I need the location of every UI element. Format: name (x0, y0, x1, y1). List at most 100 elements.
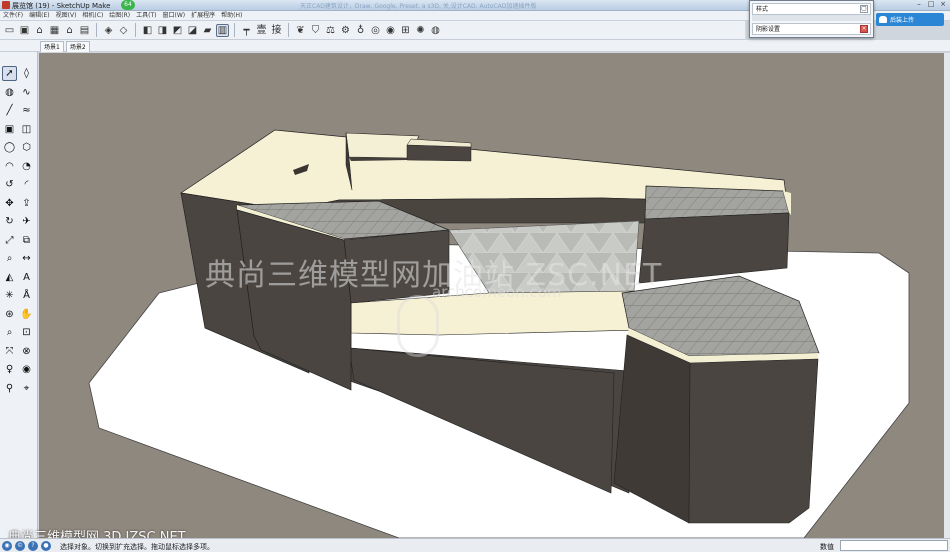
house-icon[interactable]: ⌂ (63, 24, 76, 37)
shield-icon[interactable]: ⛉ (309, 24, 322, 37)
tool-row: ⤢ ⧉ (2, 233, 34, 248)
polygon-icon[interactable]: ⬡ (19, 140, 34, 155)
offset-icon[interactable]: ⧉ (19, 233, 34, 248)
iso-view-icon[interactable]: ◈ (102, 24, 115, 37)
scale-tool-icon[interactable]: ⤢ (2, 233, 17, 248)
zoom-icon[interactable]: ⌕ (2, 325, 17, 340)
paint-bucket-icon[interactable]: ◍ (2, 85, 17, 100)
upload-button[interactable]: 后装上传 (876, 13, 944, 26)
geolocation-icon[interactable]: ◉ (2, 541, 12, 551)
star-icon[interactable]: ✺ (414, 24, 427, 37)
upload-button-label: 后装上传 (890, 17, 915, 24)
pie-icon[interactable]: ◔ (19, 159, 34, 174)
box-select-icon[interactable]: ▭ (3, 24, 16, 37)
credits-icon[interactable]: © (15, 541, 25, 551)
axes-icon[interactable]: ✳ (2, 288, 17, 303)
left-tool-palette: ➚ ◊ ◍ ∿ ╱ ≈ ▣ ◫ ◯ ⬡ ◠ ◔ ↺ ◜ ✥ ⇪ ↻ ✈ ⤢ ⧉ ⌕ ↔ ◭ A ✳ Å ⊛ ✋ ⌕ ⊡ ⤧ ⊗ ♀ ◉ ⚲ ⌖ (0, 52, 38, 538)
user-icon[interactable]: ● (41, 541, 51, 551)
grid-icon[interactable]: ⊞ (399, 24, 412, 37)
shaded-icon[interactable]: ▰ (201, 24, 214, 37)
freehand-icon[interactable]: ∿ (19, 85, 34, 100)
tab-scene-2[interactable]: 场景2 (65, 41, 90, 52)
menu-view[interactable]: 视图(V) (56, 11, 77, 20)
menu-draw[interactable]: 绘图(R) (109, 11, 130, 20)
pan-icon[interactable]: ✋ (19, 307, 34, 322)
previous-view-icon[interactable]: ⊗ (19, 344, 34, 359)
section-cut-icon[interactable]: 接 (270, 24, 283, 37)
menu-tools[interactable]: 工具(T) (136, 11, 156, 20)
close-button[interactable]: × (938, 0, 948, 9)
arc-icon[interactable]: ◠ (2, 159, 17, 174)
section-tool-icon[interactable]: ⌖ (19, 381, 34, 396)
tape-icon[interactable]: ◉ (384, 24, 397, 37)
menu-edit[interactable]: 编辑(E) (29, 11, 49, 20)
freehand-curve-icon[interactable]: ≈ (19, 103, 34, 118)
wall-right-front-face (688, 358, 819, 524)
drop-icon[interactable]: ♁ (354, 24, 367, 37)
tray-styles-row[interactable]: 样式 ▢ (752, 3, 871, 15)
zoom-window-icon[interactable]: ⊡ (19, 325, 34, 340)
textured-icon[interactable]: ▥ (216, 23, 229, 37)
walk-icon[interactable]: ⚲ (2, 381, 17, 396)
tape-measure-icon[interactable]: ⌕ (2, 251, 17, 266)
tool-row: ⌕ ⊡ (2, 325, 34, 340)
rotate-icon[interactable]: ↻ (2, 214, 17, 229)
menu-extensions[interactable]: 扩展程序 (191, 11, 215, 20)
cube-icon[interactable]: ▣ (18, 24, 31, 37)
tray-shadows-row[interactable]: 阴影设置 × (752, 23, 871, 35)
tray-expand-icon[interactable]: ▢ (860, 5, 868, 13)
xray-icon[interactable]: ◧ (141, 24, 154, 37)
menu-camera[interactable]: 相机(C) (82, 11, 103, 20)
home-icon[interactable]: ⌂ (33, 24, 46, 37)
eraser-icon[interactable]: ◊ (19, 66, 34, 81)
leaf-icon[interactable]: ❦ (294, 24, 307, 37)
circle-icon[interactable]: ◯ (2, 140, 17, 155)
back-edges-icon[interactable]: ◨ (156, 24, 169, 37)
follow-me-icon[interactable]: ✈ (19, 214, 34, 229)
arc-3pt-icon[interactable]: ◜ (19, 177, 34, 192)
main-toolbar: ▭ ▣ ⌂ ▦ ⌂ ▤ ◈ ◇ ◧ ◨ ◩ ◪ ▰ ▥ ┯ 壹接 ❦ ⛉ ⚖ ⚙ ♁ ◎ ◉ ⊞ ✺ ◍ (0, 21, 745, 40)
zoom-extents-icon[interactable]: ⤧ (2, 344, 17, 359)
front-icon[interactable]: ▦ (48, 24, 61, 37)
side-icon[interactable]: ▤ (78, 24, 91, 37)
move-icon[interactable]: ✥ (2, 196, 17, 211)
section-plane-icon[interactable]: ┯ (240, 24, 253, 37)
position-camera-icon[interactable]: ♀ (2, 362, 17, 377)
look-around-icon[interactable]: ◉ (19, 362, 34, 377)
menu-window[interactable]: 窗口(W) (163, 11, 186, 20)
menu-help[interactable]: 帮助(H) (221, 11, 242, 20)
measurements-input[interactable] (840, 540, 948, 551)
toolbar-separator (288, 23, 289, 37)
tool-row: ▣ ◫ (2, 122, 34, 137)
tray-close-icon[interactable]: × (860, 25, 868, 33)
top-view-icon[interactable]: ◇ (117, 24, 130, 37)
menu-file[interactable]: 文件(F) (3, 11, 23, 20)
push-pull-icon[interactable]: ⇪ (19, 196, 34, 211)
status-hint: 选择对象。切换到扩充选择。拖动鼠标选择多项。 (60, 543, 214, 551)
gear-icon[interactable]: ⚙ (339, 24, 352, 37)
section-fill-icon[interactable]: 壹 (255, 24, 268, 37)
tool-row: ◯ ⬡ (2, 140, 34, 155)
select-icon[interactable]: ➚ (2, 66, 17, 81)
wireframe-icon[interactable]: ◩ (171, 24, 184, 37)
hidden-line-icon[interactable]: ◪ (186, 24, 199, 37)
measurements-label: 数值 (820, 543, 834, 551)
3d-text-icon[interactable]: Å (19, 288, 34, 303)
maximize-button[interactable]: □ (926, 0, 936, 9)
help-icon[interactable]: ? (28, 541, 38, 551)
orbit-icon[interactable]: ⊛ (2, 307, 17, 322)
rectangle-icon[interactable]: ▣ (2, 122, 17, 137)
protractor-icon[interactable]: ◭ (2, 270, 17, 285)
target-icon[interactable]: ◎ (369, 24, 382, 37)
text-icon[interactable]: A (19, 270, 34, 285)
scale-icon[interactable]: ⚖ (324, 24, 337, 37)
minimize-button[interactable]: – (914, 0, 924, 9)
dimension-icon[interactable]: ↔ (19, 251, 34, 266)
notification-badge[interactable]: 64 (121, 0, 135, 10)
spiral-icon[interactable]: ◍ (429, 24, 442, 37)
arc-2pt-icon[interactable]: ↺ (2, 177, 17, 192)
rotated-rect-icon[interactable]: ◫ (19, 122, 34, 137)
scrollbar-track[interactable] (944, 53, 950, 538)
line-icon[interactable]: ╱ (2, 103, 17, 118)
tab-scene-1[interactable]: 场景1 (40, 41, 64, 52)
